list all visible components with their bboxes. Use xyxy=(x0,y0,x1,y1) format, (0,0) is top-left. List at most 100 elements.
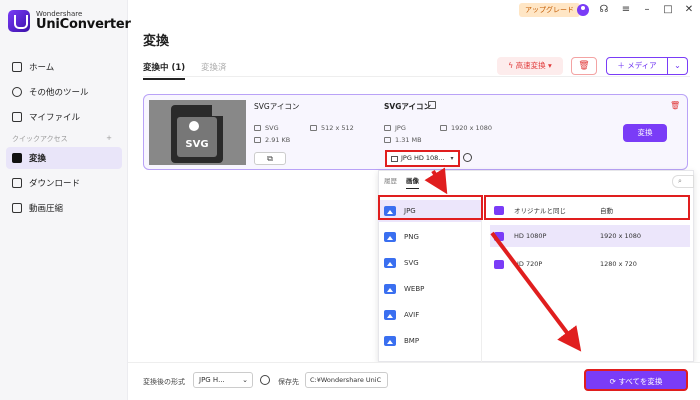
resolution-icon xyxy=(440,125,447,131)
app-logo: Wondershare UniConverter xyxy=(8,10,131,32)
home-icon xyxy=(12,62,22,72)
format-label: SVG xyxy=(404,259,419,267)
folder-icon xyxy=(384,137,391,143)
output-file-name: SVGアイコン xyxy=(384,102,431,111)
maximize-icon[interactable]: □ xyxy=(662,4,674,16)
gear-icon[interactable] xyxy=(260,375,270,385)
chevron-down-icon: ⌄ xyxy=(242,376,248,384)
source-resolution-value: 512 x 512 xyxy=(321,124,354,132)
quality-label: HD 720P xyxy=(514,260,543,268)
image-format-icon xyxy=(384,310,396,320)
convert-button[interactable]: 変換 xyxy=(623,124,667,142)
sidebar-item-home[interactable]: ホーム xyxy=(6,56,122,78)
format-label: WEBP xyxy=(404,285,425,293)
bottom-format-select[interactable]: JPG H... ⌄ xyxy=(193,372,253,388)
format-item-png[interactable]: PNG xyxy=(378,226,481,248)
crop-icon: ⧉ xyxy=(267,154,273,163)
sidebar-item-label: その他のツール xyxy=(29,88,89,98)
upgrade-button[interactable]: アップグレード xyxy=(519,3,580,17)
sidebar-item-tools[interactable]: その他のツール xyxy=(6,81,122,103)
delete-all-button[interactable]: 🗑 xyxy=(571,57,597,75)
tab-image[interactable]: 画像 xyxy=(406,175,419,189)
image-icon xyxy=(391,155,398,162)
tab-history[interactable]: 履歴 xyxy=(384,175,397,185)
sidebar-item-label: ダウンロード xyxy=(29,179,81,189)
file-icon xyxy=(12,112,22,122)
sidebar: Wondershare UniConverter ホーム その他のツール マイフ… xyxy=(0,0,131,400)
add-media-dropdown[interactable]: ⌄ xyxy=(668,57,688,75)
save-path-field[interactable]: C:¥Wondershare UniC xyxy=(305,372,388,388)
image-format-icon xyxy=(384,336,396,346)
sidebar-item-compress[interactable]: 動画圧縮 xyxy=(6,197,122,219)
output-format-select[interactable]: JPG HD 108... ▾ xyxy=(385,150,460,167)
chevron-down-icon: ⌄ xyxy=(674,61,681,70)
add-media-button[interactable]: ＋ メディア xyxy=(606,57,668,75)
panel-divider xyxy=(481,196,482,362)
trash-icon: 🗑 xyxy=(670,101,681,110)
minimize-icon[interactable]: – xyxy=(641,4,653,16)
tab-converted[interactable]: 変換済 xyxy=(201,61,227,73)
format-item-svg[interactable]: SVG xyxy=(378,252,481,274)
quality-item-hd1080[interactable]: HD 1080P 1920 x 1080 xyxy=(490,225,690,247)
format-label: AVIF xyxy=(404,311,420,319)
quick-access-label: クイックアクセス xyxy=(12,135,68,143)
uniconverter-logo-icon xyxy=(8,10,30,32)
image-icon xyxy=(384,125,391,131)
image-format-icon xyxy=(384,284,396,294)
quick-access-add-button[interactable]: + xyxy=(106,134,112,144)
headset-icon[interactable]: ☊ xyxy=(598,4,610,16)
add-media-label: メディア xyxy=(627,61,657,70)
source-file-name: SVGアイコン xyxy=(254,102,300,111)
image-format-icon xyxy=(384,232,396,242)
tab-converting[interactable]: 変換中 (1) xyxy=(143,61,186,80)
sidebar-item-convert[interactable]: 変換 xyxy=(6,147,122,169)
output-size-value: 1.31 MB xyxy=(395,136,422,144)
format-item-bmp[interactable]: BMP xyxy=(378,330,481,352)
quality-value: 1280 x 720 xyxy=(600,260,637,268)
sidebar-item-label: 変換 xyxy=(29,154,47,164)
svg-badge-icon xyxy=(189,121,199,131)
highlight-box-jpg xyxy=(378,195,483,220)
sidebar-item-my-files[interactable]: マイファイル xyxy=(6,106,122,128)
close-icon[interactable]: ✕ xyxy=(683,4,695,16)
format-label: PNG xyxy=(404,233,419,241)
quick-access-nav: 変換 ダウンロード 動画圧縮 xyxy=(6,147,122,222)
sidebar-item-download[interactable]: ダウンロード xyxy=(6,172,122,194)
resolution-icon xyxy=(310,125,317,131)
output-format-value: JPG xyxy=(395,124,406,132)
edit-button[interactable]: ⧉ xyxy=(254,152,286,165)
image-quality-icon xyxy=(494,259,504,269)
quick-access-header: クイックアクセス + xyxy=(12,134,112,144)
convert-all-button[interactable]: ⟳ すべてを変換 xyxy=(584,369,688,391)
source-format-value: SVG xyxy=(265,124,279,132)
source-resolution: 512 x 512 xyxy=(310,124,354,132)
sidebar-nav: ホーム その他のツール マイファイル xyxy=(6,56,122,131)
rename-icon[interactable] xyxy=(428,101,436,109)
delete-file-button[interactable]: 🗑 xyxy=(670,101,680,110)
page-title: 変換 xyxy=(143,34,170,49)
bottom-format-value: JPG H... xyxy=(199,376,225,384)
output-format: JPG xyxy=(384,124,406,132)
chevron-down-icon: ▾ xyxy=(545,61,552,70)
output-resolution: 1920 x 1080 xyxy=(440,124,492,132)
output-format-label: 変換後の形式 xyxy=(143,378,185,386)
format-item-avif[interactable]: AVIF xyxy=(378,304,481,326)
lightning-icon: ϟ xyxy=(508,61,516,70)
svg-file-icon: SVG xyxy=(171,104,224,163)
source-format: SVG xyxy=(254,124,279,132)
panel-search-input[interactable]: ⌕ xyxy=(672,175,694,188)
quality-item-hd720[interactable]: HD 720P 1280 x 720 xyxy=(490,253,690,275)
image-format-icon xyxy=(384,258,396,268)
menu-icon[interactable]: ≡ xyxy=(620,4,632,16)
convert-all-icon: ⟳ xyxy=(609,377,619,386)
format-item-webp[interactable]: WEBP xyxy=(378,278,481,300)
format-settings-icon[interactable] xyxy=(463,153,472,162)
sidebar-item-label: マイファイル xyxy=(29,113,81,123)
fast-convert-button[interactable]: ϟ 高速変換 ▾ xyxy=(497,57,563,75)
fast-convert-label: 高速変換 xyxy=(515,61,546,70)
source-size-value: 2.91 KB xyxy=(265,136,291,144)
download-icon xyxy=(12,178,22,188)
sidebar-item-label: 動画圧縮 xyxy=(29,204,64,214)
avatar[interactable] xyxy=(577,4,589,16)
search-icon: ⌕ xyxy=(678,177,682,185)
